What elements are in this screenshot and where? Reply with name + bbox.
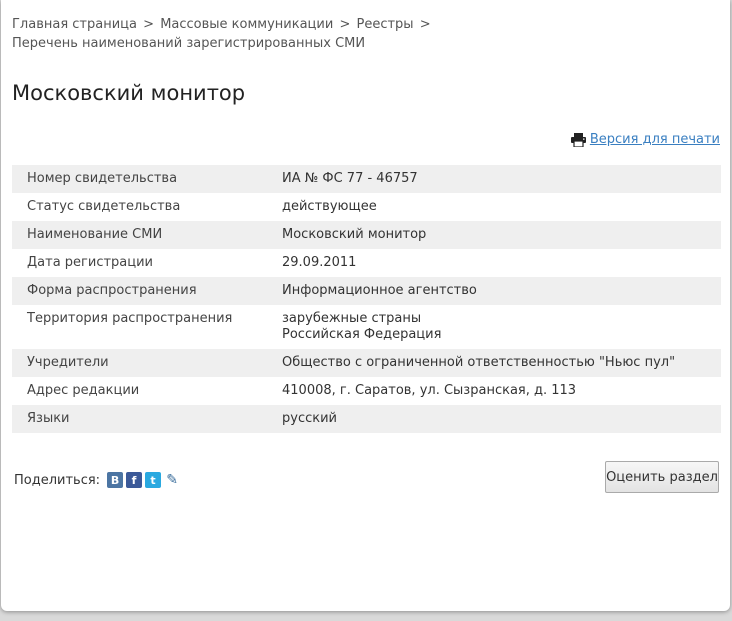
row-value: русский xyxy=(282,411,337,426)
table-row: Адрес редакции 410008, г. Саратов, ул. С… xyxy=(12,377,721,405)
breadcrumb-item-home[interactable]: Главная страница xyxy=(12,17,137,32)
row-value: 29.09.2011 xyxy=(282,255,357,270)
media-info-table: Номер свидетельства ИА № ФС 77 - 46757 С… xyxy=(12,165,721,433)
row-value: 410008, г. Саратов, ул. Сызранская, д. 1… xyxy=(282,383,577,398)
row-label: Форма распространения xyxy=(27,283,197,298)
breadcrumb: Главная страница > Массовые коммуникации… xyxy=(12,15,712,53)
facebook-icon[interactable]: f xyxy=(126,472,143,488)
row-label: Территория распространения xyxy=(27,311,233,326)
printer-icon xyxy=(570,132,586,147)
territory-value-1: зарубежные страны xyxy=(282,311,422,326)
content-card: Главная страница > Массовые коммуникации… xyxy=(1,0,730,611)
row-label: Номер свидетельства xyxy=(27,171,178,186)
row-label: Адрес редакции xyxy=(27,383,140,398)
row-value: Информационное агентство xyxy=(282,283,477,298)
page-title: Московский монитор xyxy=(12,81,246,105)
breadcrumb-separator: > xyxy=(339,17,351,32)
row-value: ИА № ФС 77 - 46757 xyxy=(282,171,418,186)
twitter-icon[interactable]: t xyxy=(145,472,162,488)
row-value: Московский монитор xyxy=(282,227,427,242)
table-row: Языки русский xyxy=(12,405,721,433)
breadcrumb-separator: > xyxy=(143,17,155,32)
table-row: Форма распространения Информационное аге… xyxy=(12,277,721,305)
row-label: Статус свидетельства xyxy=(27,199,181,214)
table-row: Наименование СМИ Московский монитор xyxy=(12,221,721,249)
row-value: зарубежные страны Российская Федерация xyxy=(267,305,721,349)
table-row: Номер свидетельства ИА № ФС 77 - 46757 xyxy=(12,165,721,193)
vk-icon[interactable]: В xyxy=(107,472,124,488)
table-row: Дата регистрации 29.09.2011 xyxy=(12,249,721,277)
table-row: Статус свидетельства действующее xyxy=(12,193,721,221)
table-row: Учредители Общество с ограниченной ответ… xyxy=(12,349,721,377)
breadcrumb-item-mass-communications[interactable]: Массовые коммуникации xyxy=(160,17,333,32)
row-label: Наименование СМИ xyxy=(27,227,163,242)
livejournal-icon[interactable]: ✎ xyxy=(164,472,181,488)
breadcrumb-item-current: Перечень наименований зарегистрированных… xyxy=(12,36,366,51)
print-version-link[interactable]: Версия для печати xyxy=(570,132,720,147)
share-block: Поделиться: В f t ✎ xyxy=(14,472,181,488)
row-value: действующее xyxy=(282,199,377,214)
print-version-label[interactable]: Версия для печати xyxy=(590,132,720,147)
row-value: Общество с ограниченной ответственностью… xyxy=(282,355,676,370)
breadcrumb-item-registries[interactable]: Реестры xyxy=(357,17,414,32)
breadcrumb-separator: > xyxy=(419,17,431,32)
row-label: Дата регистрации xyxy=(27,255,154,270)
table-row: Территория распространения зарубежные ст… xyxy=(12,305,721,349)
share-label: Поделиться: xyxy=(14,472,101,488)
row-label: Языки xyxy=(27,411,70,426)
rate-section-button[interactable]: Оценить раздел xyxy=(605,461,719,493)
row-label: Учредители xyxy=(27,355,109,370)
territory-value-2: Российская Федерация xyxy=(282,327,442,342)
